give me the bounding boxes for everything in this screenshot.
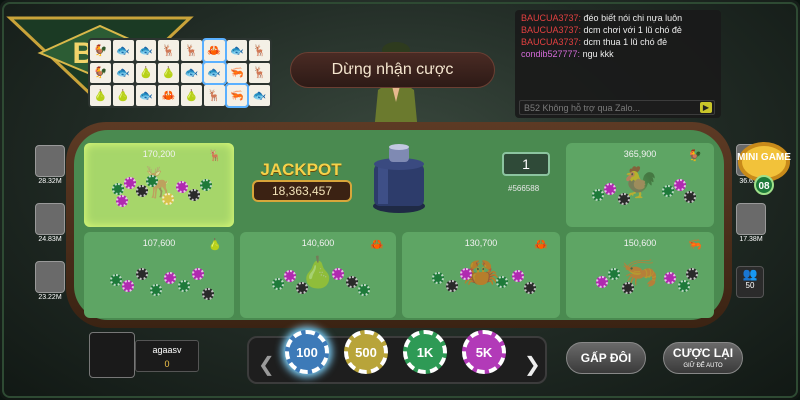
chevron-left-icon[interactable]: ❮: [258, 352, 275, 377]
mini-game-button[interactable]: MINI GAME 08: [735, 140, 793, 196]
player-avatar[interactable]: [35, 145, 65, 177]
send-icon[interactable]: ▶: [700, 102, 712, 113]
player-balance: 23.22M: [38, 294, 62, 301]
player-balance: 24.83M: [38, 236, 62, 243]
bet-cell-rooster[interactable]: 365,900 🐓 🐓: [566, 143, 714, 227]
chat-message: BAUCUA3737: dcm chơi với 1 lũ chó đẻ: [521, 25, 682, 35]
deer-icon: 🦌: [203, 85, 225, 106]
deer-icon: 🦌: [249, 40, 270, 61]
deer-icon: 🦌: [181, 40, 202, 61]
chat-message: BAUCUA3737: đéo biết nói chi nựa luôn: [521, 13, 683, 23]
deer-icon: 🦌: [249, 62, 270, 84]
chat-panel[interactable]: BAUCUA3737: đéo biết nói chi nựa luôn BA…: [515, 10, 721, 118]
fish-icon: 🐟: [135, 40, 157, 61]
svg-text:MINI GAME: MINI GAME: [737, 152, 791, 163]
gourd-icon: 🍐: [208, 239, 222, 251]
gourd-icon: 🍐: [181, 85, 202, 106]
jackpot-label: JACKPOT: [260, 160, 342, 179]
chip-5k[interactable]: 5K: [462, 330, 506, 374]
double-bet-button[interactable]: GẤP ĐÔI: [566, 342, 646, 374]
rebet-sub: GIỮ ĐỂ AUTO: [683, 363, 723, 369]
chip-pile: [588, 165, 696, 219]
chip-pile: [424, 254, 538, 310]
crab-icon: 🦀: [534, 239, 548, 251]
shrimp-icon: 🦐: [688, 239, 702, 251]
crab-icon: 🦀: [158, 85, 179, 106]
bet-cell-shrimp[interactable]: 150,600 🦐 🦐: [566, 232, 714, 318]
player-balance: 17.38M: [739, 236, 763, 243]
gourd-icon: 🍐: [135, 62, 157, 84]
chip-pile: [588, 254, 698, 310]
fish-icon: 🐟: [249, 85, 270, 106]
fish-icon: 🐟: [201, 60, 227, 86]
chip-pile: [106, 254, 214, 310]
bet-cell-gourd-2[interactable]: 140,600 🦀 🍐: [240, 232, 396, 318]
crab-icon: 🦀: [370, 239, 384, 251]
rooster-icon: 🐓: [90, 62, 111, 84]
fish-icon: 🐟: [226, 40, 248, 61]
fish-icon: 🐟: [112, 40, 134, 61]
deer-icon: 🦌: [208, 150, 222, 162]
rebet-button[interactable]: CƯỢC LẠI GIỮ ĐỂ AUTO: [663, 342, 743, 374]
jackpot-value: 18,363,457: [252, 180, 352, 202]
player-avatar[interactable]: [35, 203, 65, 235]
rooster-icon: 🐓: [688, 150, 702, 162]
online-players-button[interactable]: 👥 50: [736, 266, 764, 298]
shrimp-icon: 🦐: [226, 62, 248, 84]
fish-icon: 🐟: [181, 62, 202, 84]
my-name: agaasv: [152, 345, 182, 355]
gourd-icon: 🍐: [158, 62, 179, 84]
status-banner: Dừng nhận cược: [290, 52, 495, 88]
rooster-icon: 🐓: [90, 40, 111, 61]
player-avatar[interactable]: [35, 261, 65, 293]
chip-pile: [262, 254, 374, 310]
chat-message: BAUCUA3737: dcm thua 1 lũ chó đẻ: [521, 37, 668, 47]
gourd-icon: 🍐: [112, 85, 134, 106]
player-balance: 28.32M: [38, 178, 62, 185]
my-balance: 0: [164, 359, 170, 369]
deer-icon: 🦌: [158, 40, 179, 61]
svg-text:08: 08: [758, 181, 770, 192]
fish-icon: 🐟: [135, 85, 157, 106]
shrimp-icon: 🦐: [224, 83, 250, 108]
chip-500[interactable]: 500: [344, 330, 388, 374]
online-count: 50: [745, 281, 755, 290]
chevron-right-icon[interactable]: ❯: [524, 352, 541, 377]
bet-cell-deer[interactable]: 170,200 🦌 🦌: [84, 143, 234, 227]
dice-shaker-icon: [373, 144, 425, 213]
people-icon: 👥: [742, 267, 758, 281]
my-info: agaasv 0: [135, 340, 199, 372]
fish-icon: 🐟: [112, 62, 134, 84]
round-id: #566588: [508, 184, 540, 193]
chip-pile: [106, 165, 212, 219]
my-avatar[interactable]: [89, 332, 135, 378]
gourd-icon: 🍐: [90, 85, 111, 106]
bet-cell-crab[interactable]: 130,700 🦀 🦀: [402, 232, 560, 318]
chip-100[interactable]: 100: [285, 330, 329, 374]
round-counter: 1: [502, 152, 550, 176]
player-avatar[interactable]: [736, 203, 766, 235]
bet-cell-gourd[interactable]: 107,600 🍐: [84, 232, 234, 318]
crab-icon: 🦀: [201, 38, 227, 63]
chat-input[interactable]: B52 Không hỗ trợ qua Zalo... ▶: [519, 100, 715, 115]
chat-message: condib527777: ngu kkk: [521, 49, 614, 59]
game-frame: B52 🐓 🐟 🐟 🦌 🦌 🦀 🐟 🦌 🐓 🐟 🍐 🍐 🐟 🐟 🦐 🦌 🍐 🍐 …: [0, 0, 800, 400]
chip-1k[interactable]: 1K: [403, 330, 447, 374]
result-history-grid: 🐓 🐟 🐟 🦌 🦌 🦀 🐟 🦌 🐓 🐟 🍐 🍐 🐟 🐟 🦐 🦌 🍐 🍐 🐟 🦀 …: [88, 38, 272, 108]
